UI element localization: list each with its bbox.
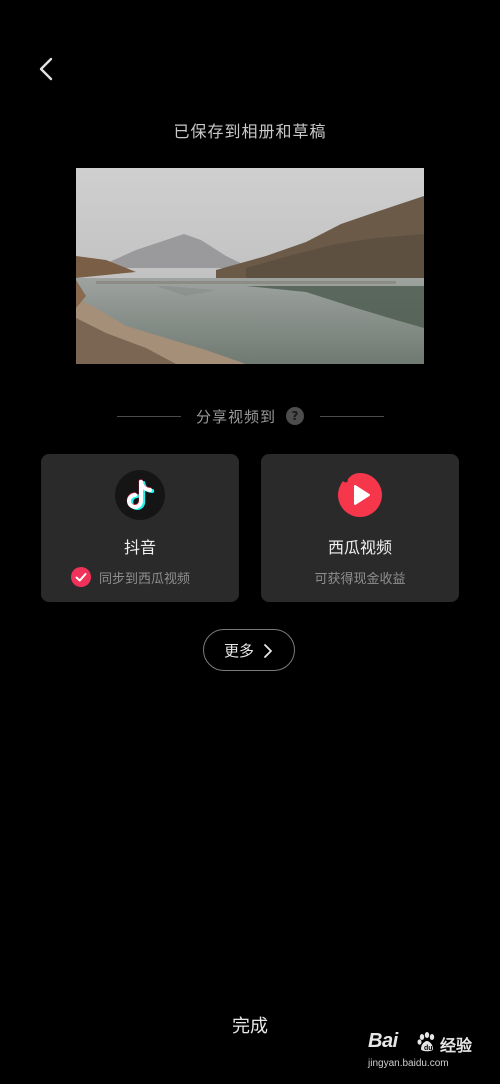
watermark-url: jingyan.baidu.com: [368, 1058, 449, 1069]
more-label: 更多: [224, 642, 255, 660]
divider-left: [117, 416, 181, 417]
checkmark-icon: [71, 567, 91, 587]
douyin-name: 抖音: [123, 538, 156, 557]
baidu-jingyan-watermark: Bai du 经验 jingyan.baidu.com: [368, 1030, 478, 1074]
xigua-subtitle: 可获得现金收益: [314, 572, 406, 587]
more-button[interactable]: 更多: [203, 629, 295, 671]
video-preview: [76, 168, 424, 364]
share-xigua-card[interactable]: 西瓜视频 可获得现金收益: [261, 454, 459, 602]
back-button[interactable]: [30, 52, 64, 86]
xigua-name: 西瓜视频: [327, 538, 392, 557]
sync-label: 同步到西瓜视频: [99, 572, 191, 587]
share-section-header: 分享视频到 ?: [0, 404, 500, 428]
watermark-cn: 经验: [440, 1036, 473, 1055]
xigua-logo-icon: [335, 470, 385, 520]
divider-right: [320, 416, 384, 417]
watermark-brand-tail: du: [424, 1045, 433, 1052]
share-douyin-card[interactable]: 抖音 同步到西瓜视频: [41, 454, 239, 602]
paw-logo-icon: du: [417, 1032, 435, 1052]
share-label: 分享视频到: [196, 408, 277, 426]
tiktok-logo-icon: [115, 470, 165, 520]
saved-message: 已保存到相册和草稿: [173, 122, 327, 141]
chevron-right-icon: [264, 644, 272, 658]
landscape-thumbnail: [76, 168, 424, 364]
watermark-brand: Bai: [368, 1030, 398, 1052]
chevron-left-icon: [39, 57, 53, 81]
question-mark-icon[interactable]: ?: [286, 407, 304, 425]
